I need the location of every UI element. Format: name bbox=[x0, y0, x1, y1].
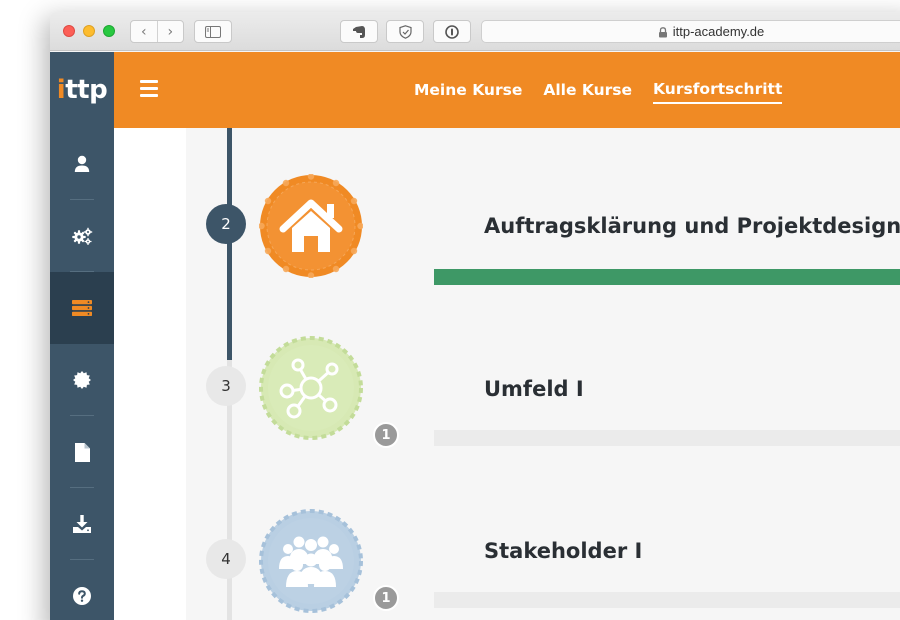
top-navigation-bar: Meine Kurse Alle Kurse Kursfortschritt bbox=[114, 52, 900, 128]
maximize-window-button[interactable] bbox=[103, 25, 115, 37]
sidebar-item-profile[interactable] bbox=[50, 128, 114, 200]
sidebar-toggle-button[interactable] bbox=[194, 20, 232, 43]
step-number: 3 bbox=[206, 366, 246, 406]
minimize-window-button[interactable] bbox=[83, 25, 95, 37]
address-bar[interactable]: ittp-academy.de bbox=[481, 20, 900, 43]
password-extension-button[interactable] bbox=[433, 20, 471, 43]
house-icon bbox=[259, 174, 363, 278]
step-number: 4 bbox=[206, 539, 246, 579]
sidebar-item-help[interactable] bbox=[50, 560, 114, 620]
document-icon bbox=[74, 442, 90, 462]
timeline-completed-track bbox=[227, 128, 232, 360]
hamburger-menu-icon[interactable] bbox=[140, 80, 158, 97]
badge-icon bbox=[73, 371, 91, 389]
app-sidebar: i ttp bbox=[50, 52, 114, 620]
module-title[interactable]: Stakeholder I bbox=[484, 539, 642, 563]
nav-link-my-courses[interactable]: Meine Kurse bbox=[414, 77, 522, 103]
lock-icon bbox=[658, 26, 668, 38]
sidebar-item-downloads[interactable] bbox=[50, 488, 114, 560]
sidebar-item-badges[interactable] bbox=[50, 344, 114, 416]
open-items-count-badge: 1 bbox=[373, 585, 399, 611]
ittp-logo[interactable]: i ttp bbox=[50, 52, 114, 128]
network-icon bbox=[259, 336, 363, 440]
group-icon bbox=[259, 509, 363, 613]
nav-link-all-courses[interactable]: Alle Kurse bbox=[543, 77, 632, 103]
evernote-extension-button[interactable] bbox=[340, 20, 378, 43]
download-icon bbox=[73, 515, 91, 533]
module-progress-bar bbox=[434, 430, 900, 446]
browser-toolbar: ‹ › ittp-academy.de bbox=[50, 12, 900, 51]
module-progress-bar bbox=[434, 592, 900, 608]
left-gutter bbox=[114, 128, 186, 620]
close-window-button[interactable] bbox=[63, 25, 75, 37]
module-progress-bar bbox=[434, 269, 900, 285]
module-badge[interactable] bbox=[259, 509, 363, 613]
sidebar-icon bbox=[205, 25, 221, 38]
forward-button[interactable]: › bbox=[158, 21, 184, 42]
module-title[interactable]: Auftragsklärung und Projektdesign bbox=[484, 214, 900, 238]
url-text: ittp-academy.de bbox=[672, 24, 765, 39]
progress-fill bbox=[434, 269, 900, 285]
server-stack-icon bbox=[72, 300, 92, 316]
module-badge[interactable] bbox=[259, 336, 363, 440]
history-navigation: ‹ › bbox=[130, 20, 184, 43]
module-badge[interactable] bbox=[259, 174, 363, 278]
browser-window: ‹ › ittp-academy.de i ttp Meine Kurse Al… bbox=[50, 12, 900, 620]
back-button[interactable]: ‹ bbox=[131, 21, 158, 42]
elephant-icon bbox=[352, 25, 365, 38]
user-icon bbox=[74, 155, 90, 172]
sidebar-item-documents[interactable] bbox=[50, 416, 114, 488]
step-number: 2 bbox=[206, 204, 246, 244]
sidebar-item-progress[interactable] bbox=[50, 272, 114, 344]
shield-check-icon bbox=[398, 24, 412, 39]
privacy-extension-button[interactable] bbox=[386, 20, 424, 43]
sidebar-item-settings[interactable] bbox=[50, 200, 114, 272]
nav-link-course-progress[interactable]: Kursfortschritt bbox=[653, 76, 783, 104]
module-title[interactable]: Umfeld I bbox=[484, 377, 584, 401]
main-nav: Meine Kurse Alle Kurse Kursfortschritt bbox=[414, 52, 803, 128]
open-items-count-badge: 1 bbox=[373, 422, 399, 448]
help-icon bbox=[73, 587, 91, 605]
onepassword-icon bbox=[445, 24, 459, 39]
course-progress-timeline: 2 Auftragsklärung und Projektdesign 3 1 … bbox=[186, 128, 900, 620]
gears-icon bbox=[72, 227, 93, 245]
